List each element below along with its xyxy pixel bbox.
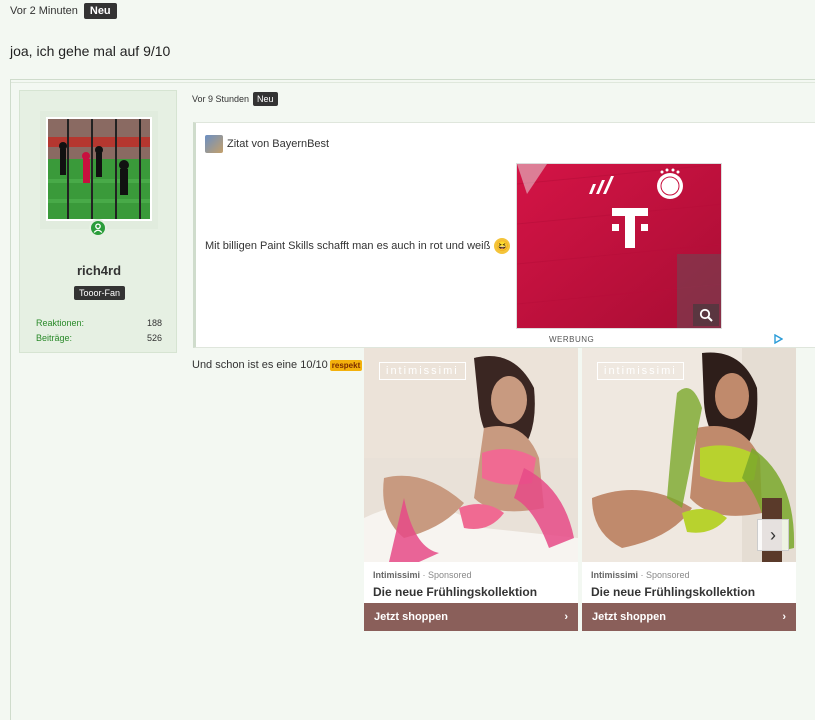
user-card: rich4rd Tooor-Fan Reaktionen: 188 Beiträ… (19, 90, 177, 353)
ad-title[interactable]: Die neue Frühlingskollektion (591, 585, 755, 599)
quote-text: Mit billigen Paint Skills schafft man es… (205, 238, 511, 254)
user-online-icon (89, 219, 107, 237)
ad-sponsor: Intimissimi · Sponsored (591, 570, 690, 580)
ad-title[interactable]: Die neue Frühlingskollektion (373, 585, 537, 599)
carousel-next-button[interactable]: › (757, 519, 789, 551)
ad-label: WERBUNG (549, 335, 595, 344)
reply-text: Und schon ist es eine 10/10 respekt (192, 359, 363, 371)
laugh-emoji-icon: 😆 (494, 238, 511, 254)
ad-brand-logo: intimissimi (379, 362, 466, 380)
quote-image[interactable] (516, 163, 722, 329)
ad-sponsor: Intimissimi · Sponsored (373, 570, 472, 580)
reply-text-content: Und schon ist es eine 10/10 (192, 359, 328, 371)
quote-header[interactable]: Zitat von BayernBest (205, 135, 329, 153)
ad-card-1[interactable]: intimissimi Intimissimi · Sponsored Die … (364, 348, 578, 631)
stat-label: Beiträge: (36, 333, 73, 343)
post-2-meta: Vor 9 Stunden Neu (192, 92, 278, 106)
chevron-right-icon: › (564, 611, 568, 623)
post-2-time[interactable]: Vor 9 Stunden (192, 94, 249, 104)
chevron-right-icon: › (770, 524, 776, 545)
ad-sponsor-brand: Intimissimi (373, 570, 421, 580)
quote-avatar (205, 135, 223, 153)
new-badge: Neu (253, 92, 278, 106)
ad-brand-logo: intimissimi (597, 362, 684, 380)
post-1-time[interactable]: Vor 2 Minuten (10, 5, 78, 17)
stat-label: Reaktionen: (36, 318, 85, 328)
quote-author: Zitat von BayernBest (227, 138, 330, 150)
ad-sponsor-suffix: · Sponsored (420, 570, 472, 580)
respekt-smiley: respekt (329, 359, 363, 371)
ad-sponsor-suffix: · Sponsored (638, 570, 690, 580)
post-1: Vor 2 Minuten Neu joa, ich gehe mal auf … (0, 0, 815, 78)
quote-text-content: Mit billigen Paint Skills schafft man es… (205, 240, 491, 252)
username[interactable]: rich4rd (20, 263, 178, 278)
ad-image[interactable]: intimissimi (364, 348, 578, 562)
avatar-frame (40, 111, 158, 229)
zoom-icon[interactable] (693, 304, 719, 326)
chevron-right-icon: › (782, 611, 786, 623)
stat-value: 188 (146, 318, 162, 328)
ad-sponsor-brand: Intimissimi (591, 570, 639, 580)
ad-cta-button[interactable]: Jetzt shoppen › (364, 603, 578, 631)
post-1-text: joa, ich gehe mal auf 9/10 (10, 43, 171, 59)
new-badge: Neu (83, 3, 117, 19)
ad-card-2[interactable]: intimissimi Intimissimi · Sponsored Die … (582, 348, 796, 631)
stat-posts: Beiträge: 526 (36, 333, 162, 343)
ad-cta-label: Jetzt shoppen (592, 611, 666, 623)
user-title-badge: Tooor-Fan (74, 286, 126, 300)
avatar[interactable] (46, 117, 152, 221)
stat-reactions: Reaktionen: 188 (36, 318, 162, 328)
adchoices-icon[interactable] (773, 333, 784, 347)
ad-cta-button[interactable]: Jetzt shoppen › (582, 603, 796, 631)
stat-value: 526 (146, 333, 162, 343)
post-1-meta: Vor 2 Minuten Neu (10, 3, 117, 19)
ad-cta-label: Jetzt shoppen (374, 611, 448, 623)
quote-block: Zitat von BayernBest Mit billigen Paint … (193, 122, 815, 348)
